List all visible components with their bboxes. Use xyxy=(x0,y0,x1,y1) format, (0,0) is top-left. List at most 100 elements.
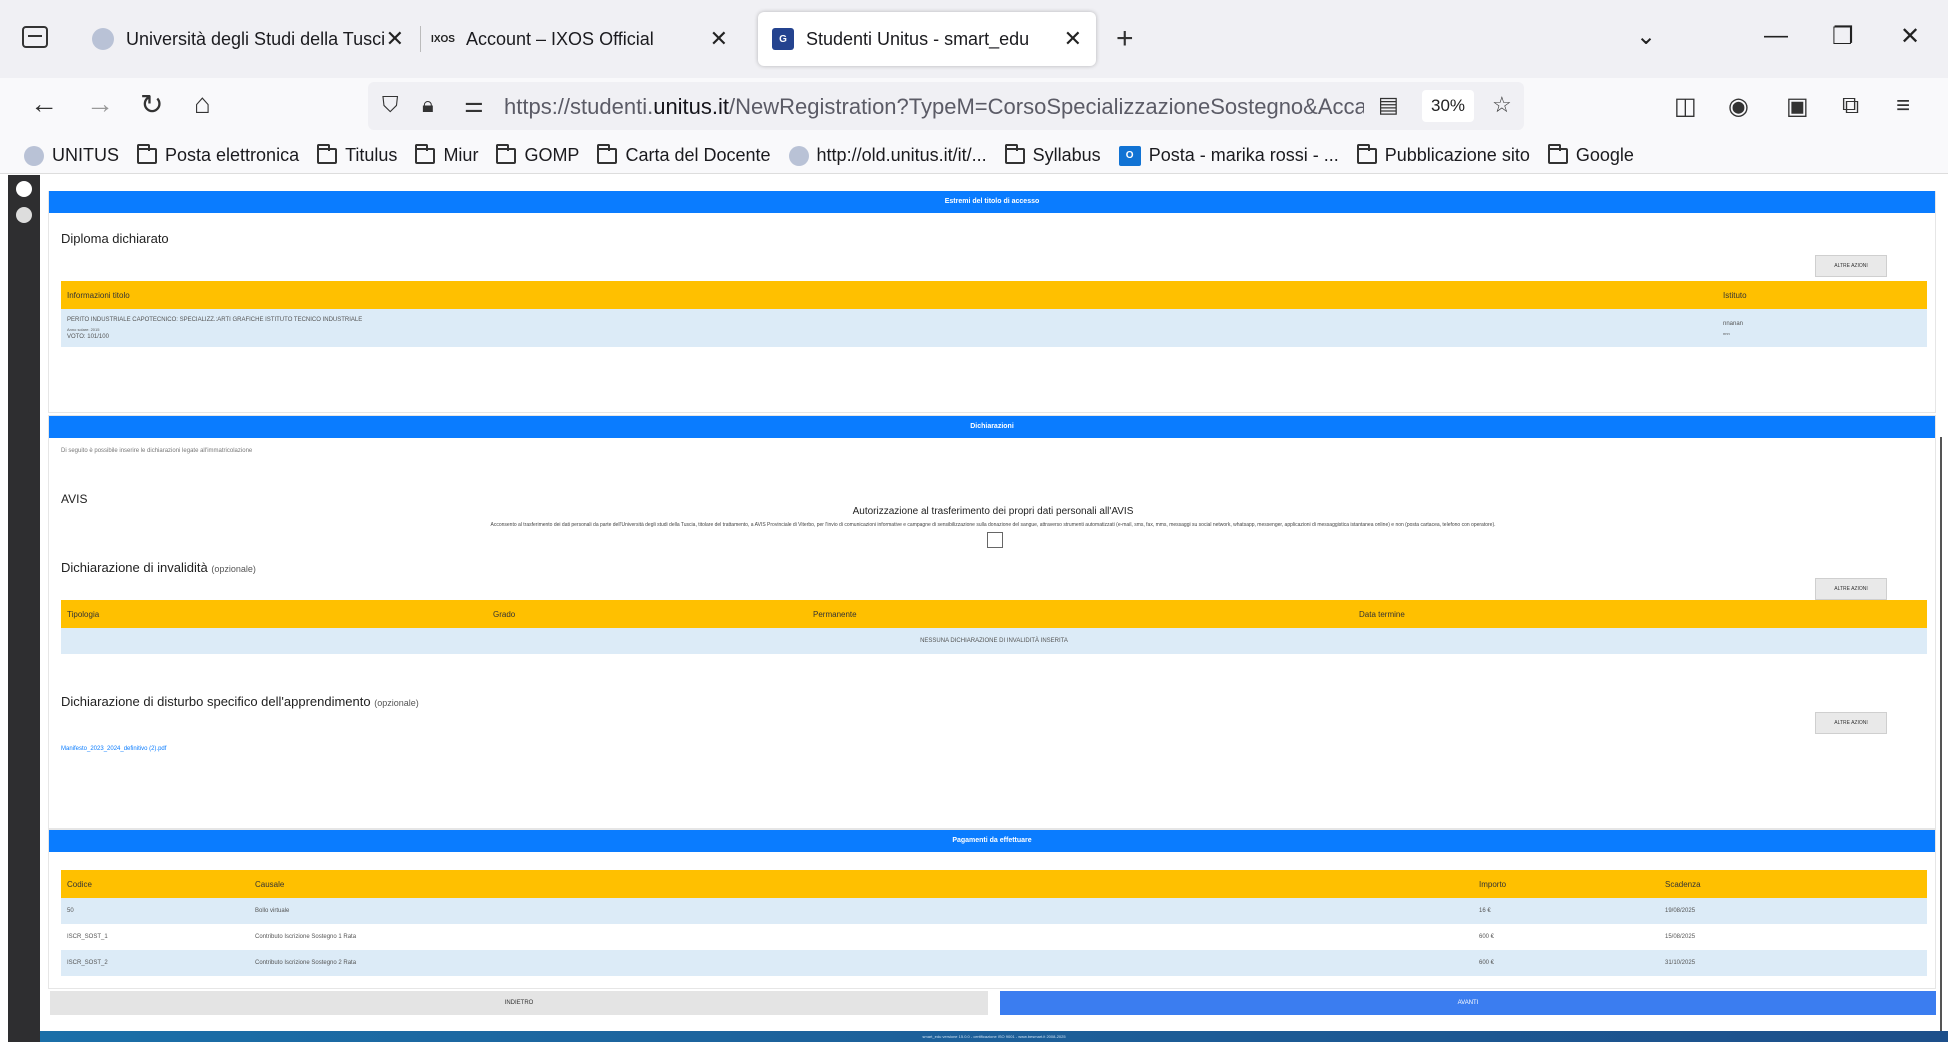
bookmark-titulus[interactable]: Titulus xyxy=(317,143,398,166)
tab-unitus[interactable]: Università degli Studi della Tuscia ✕ xyxy=(92,12,412,66)
smart-edu-favicon-icon: G xyxy=(772,28,794,50)
codice: ISCR_SOST_1 xyxy=(67,934,108,940)
restore-icon[interactable]: ❐ xyxy=(1832,22,1854,51)
url-bar[interactable]: ⛉ 🔒︎ ⚌ https://studenti.unitus.it/NewReg… xyxy=(368,82,1524,130)
tab-title: Studenti Unitus - smart_edu xyxy=(806,28,1030,49)
bookmark-miur[interactable]: Miur xyxy=(415,143,479,166)
folder-icon xyxy=(1004,143,1025,164)
bookmark-unitus[interactable]: UNITUS xyxy=(24,145,119,166)
url-text[interactable]: https://studenti.unitus.it/NewRegistrati… xyxy=(504,94,1364,120)
col-data-termine: Data termine xyxy=(1359,610,1405,619)
back-arrow-icon[interactable]: ← xyxy=(30,88,58,120)
forward-arrow-icon[interactable]: → xyxy=(86,88,114,120)
col-info-titolo: Informazioni titolo xyxy=(67,291,130,300)
causale: Contributo Iscrizione Sostegno 1 Rata xyxy=(255,934,357,940)
footer: smart_edu versione 15.0.0 - certificazio… xyxy=(40,1031,1948,1042)
bookmark-pubblicazione-sito[interactable]: Pubblicazione sito xyxy=(1356,143,1530,166)
bookmark-posta-elettronica[interactable]: Posta elettronica xyxy=(137,143,300,166)
bookmark-label: UNITUS xyxy=(52,145,119,165)
dsa-heading: Dichiarazione di disturbo specifico dell… xyxy=(61,694,419,709)
titolo-voto: VOTO: 101/100 xyxy=(67,334,109,340)
importo: 16 € xyxy=(1479,908,1491,914)
altre-azioni-button[interactable]: ALTRE AZIONI xyxy=(1815,578,1887,600)
account-icon[interactable]: ◉ xyxy=(1728,92,1749,121)
bookmark-google[interactable]: Google xyxy=(1547,143,1634,166)
bookmark-label: GOMP xyxy=(524,145,580,165)
altre-azioni-button[interactable]: ALTRE AZIONI xyxy=(1815,255,1887,277)
ixos-favicon-icon: IXOS xyxy=(431,33,455,45)
section-heading: Diploma dichiarato xyxy=(61,231,169,246)
reader-view-icon[interactable]: ▤ xyxy=(1378,92,1399,118)
avis-heading: AVIS xyxy=(61,492,88,506)
bookmark-label: Miur xyxy=(443,145,479,165)
menu-icon[interactable]: ≡ xyxy=(1896,92,1910,120)
bookmark-syllabus[interactable]: Syllabus xyxy=(1004,143,1101,166)
container-icon[interactable]: ▣ xyxy=(1786,92,1809,121)
causale: Bollo virtuale xyxy=(255,908,290,914)
bookmark-gomp[interactable]: GOMP xyxy=(496,143,580,166)
bookmark-star-icon[interactable]: ☆ xyxy=(1492,92,1512,118)
permissions-icon[interactable]: ⚌ xyxy=(464,92,484,118)
bookmark-old-unitus[interactable]: http://old.unitus.it/it/... xyxy=(788,145,987,166)
col-importo: Importo xyxy=(1479,880,1507,889)
window-close-icon[interactable]: ✕ xyxy=(1900,22,1920,51)
istituto-sub: nnn xyxy=(1723,331,1730,336)
bookmark-label: Titulus xyxy=(345,145,398,165)
tab-studenti-active[interactable]: G Studenti Unitus - smart_edu ✕ xyxy=(758,12,1096,66)
shield-icon[interactable]: ⛉ xyxy=(382,92,399,118)
tab-ixos[interactable]: IXOS Account – IXOS Official ✕ xyxy=(431,12,742,66)
outlook-icon: O xyxy=(1118,145,1141,166)
close-icon[interactable]: ✕ xyxy=(710,26,728,52)
scrollbar[interactable] xyxy=(1940,437,1942,1037)
home-icon[interactable]: ⌂ xyxy=(194,88,211,120)
codice: ISCR_SOST_2 xyxy=(67,960,108,966)
left-sidebar-rail xyxy=(8,175,40,1042)
back-button[interactable]: INDIETRO xyxy=(50,991,988,1015)
avis-consent-text: Acconsento al trasferimento dei dati per… xyxy=(490,522,1496,528)
unitus-logo-icon[interactable] xyxy=(16,181,32,197)
manifesto-file-link[interactable]: Manifesto_2023_2024_definitivo (2).pdf xyxy=(61,746,166,752)
bookmark-label: Google xyxy=(1575,145,1634,165)
folder-icon xyxy=(496,143,517,164)
bookmark-label: Carta del Docente xyxy=(625,145,771,165)
extensions-icon[interactable]: ⧉ xyxy=(1842,92,1859,120)
zoom-level-badge[interactable]: 30% xyxy=(1422,90,1474,122)
importo: 600 € xyxy=(1479,934,1495,940)
codice: 50 xyxy=(67,908,74,914)
col-tipologia: Tipologia xyxy=(67,610,100,619)
panel-header: Pagamenti da effettuare xyxy=(49,830,1935,852)
panel-titolo-accesso: Estremi del titolo di accesso Diploma di… xyxy=(48,191,1936,413)
pocket-icon[interactable]: ◫ xyxy=(1674,92,1697,121)
col-causale: Causale xyxy=(255,880,285,889)
bookmark-label: Posta elettronica xyxy=(165,145,300,165)
reload-icon[interactable]: ↻ xyxy=(140,88,163,121)
col-codice: Codice xyxy=(67,880,92,889)
lock-icon[interactable]: 🔒︎ xyxy=(422,92,434,118)
tab-bar: Università degli Studi della Tuscia ✕ IX… xyxy=(0,0,1948,78)
avis-consent-checkbox[interactable] xyxy=(987,532,1003,548)
titolo-name: PERITO INDUSTRIALE CAPOTECNICO: SPECIALI… xyxy=(67,317,363,323)
scadenza: 15/08/2025 xyxy=(1665,934,1696,940)
dichiarazioni-note: Di seguito è possibile inserire le dichi… xyxy=(61,448,253,454)
bookmark-carta-docente[interactable]: Carta del Docente xyxy=(597,143,771,166)
bookmark-label: Syllabus xyxy=(1032,145,1101,165)
tab-list-icon[interactable] xyxy=(22,26,48,48)
bookmark-posta-outlook[interactable]: O Posta - marika rossi - ... xyxy=(1118,145,1339,166)
folder-icon xyxy=(1547,143,1568,164)
close-icon[interactable]: ✕ xyxy=(386,26,404,52)
close-icon[interactable]: ✕ xyxy=(1064,26,1082,52)
settings-icon[interactable] xyxy=(16,207,32,223)
col-scadenza: Scadenza xyxy=(1665,880,1701,889)
table-row: PERITO INDUSTRIALE CAPOTECNICO: SPECIALI… xyxy=(61,309,1927,347)
new-tab-plus-icon[interactable]: + xyxy=(1116,22,1134,56)
panel-header: Estremi del titolo di accesso xyxy=(49,191,1935,213)
table-row: ISCR_SOST_2 Contributo Iscrizione Sosteg… xyxy=(61,950,1927,976)
bookmark-label: Posta - marika rossi - ... xyxy=(1148,145,1339,165)
folder-icon xyxy=(597,143,618,164)
tab-overflow-chevron-down-icon[interactable]: ⌄ xyxy=(1636,22,1656,51)
next-button[interactable]: AVANTI xyxy=(1000,991,1936,1015)
avis-title: Autorizzazione al trasferimento dei prop… xyxy=(852,506,1134,517)
altre-azioni-button[interactable]: ALTRE AZIONI xyxy=(1815,712,1887,734)
pagamenti-table-header: Codice Causale Importo Scadenza xyxy=(61,870,1927,898)
minimize-icon[interactable]: — xyxy=(1764,22,1788,50)
